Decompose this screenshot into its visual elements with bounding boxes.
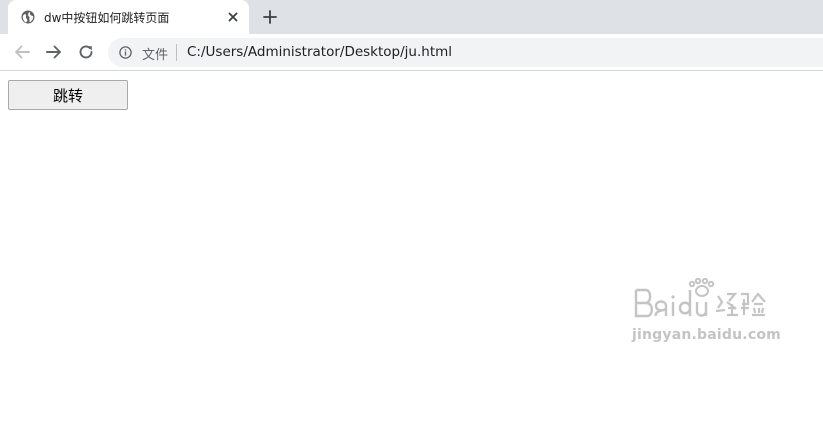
browser-toolbar: 文件 C:/Users/Administrator/Desktop/ju.htm… bbox=[0, 34, 823, 71]
globe-icon bbox=[21, 10, 35, 24]
arrow-right-icon[interactable] bbox=[44, 42, 64, 62]
browser-tab[interactable]: dw中按钮如何跳转页面 bbox=[8, 0, 249, 34]
plus-icon[interactable] bbox=[262, 9, 278, 25]
baidu-jingyan-logo bbox=[634, 278, 766, 318]
address-bar[interactable]: 文件 C:/Users/Administrator/Desktop/ju.htm… bbox=[108, 38, 823, 67]
tab-title: dw中按钮如何跳转页面 bbox=[44, 11, 170, 25]
url-text[interactable]: C:/Users/Administrator/Desktop/ju.html bbox=[187, 44, 452, 60]
omnibox-divider bbox=[176, 44, 177, 61]
close-icon[interactable] bbox=[226, 10, 240, 24]
baidu-jingyan-watermark: jingyan.baidu.com bbox=[632, 278, 782, 350]
info-icon[interactable] bbox=[119, 46, 132, 59]
tab-strip: dw中按钮如何跳转页面 bbox=[0, 0, 823, 34]
jump-button[interactable]: 跳转 bbox=[8, 80, 128, 110]
watermark-url: jingyan.baidu.com bbox=[632, 327, 781, 343]
page-content: 跳转 bbox=[0, 72, 823, 442]
reload-icon[interactable] bbox=[76, 42, 96, 62]
scheme-label: 文件 bbox=[142, 48, 169, 63]
arrow-left-icon[interactable] bbox=[12, 42, 32, 62]
